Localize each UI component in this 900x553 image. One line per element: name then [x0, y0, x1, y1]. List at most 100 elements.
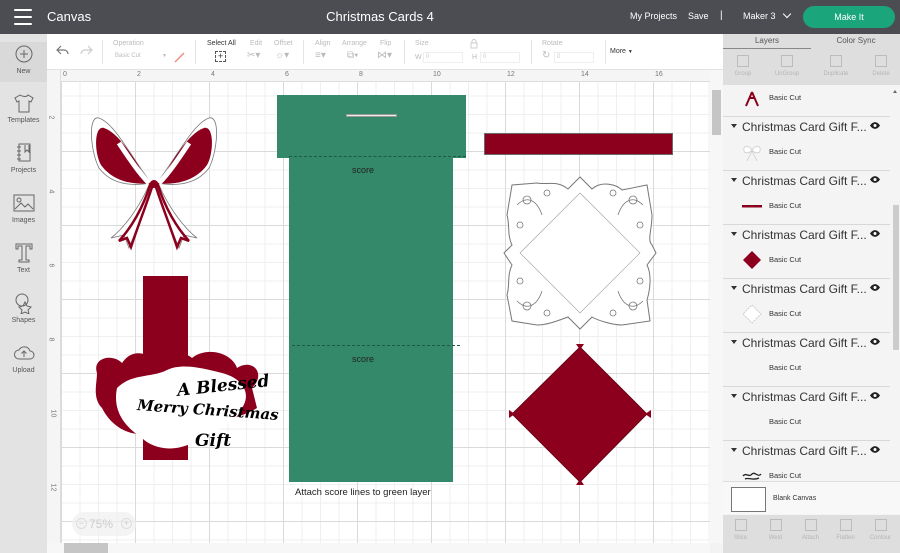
align-icon[interactable]: ≡▾ — [315, 50, 326, 61]
green-card-body[interactable] — [289, 158, 453, 482]
scroll-up-icon[interactable] — [893, 90, 897, 93]
zoom-in-button[interactable]: + — [121, 518, 132, 529]
score-line-middle[interactable] — [292, 345, 460, 346]
green-card-top-flap[interactable] — [277, 95, 466, 158]
attach-button[interactable]: Attach — [793, 517, 828, 541]
canvas-horizontal-scrollbar[interactable] — [47, 543, 710, 553]
layer-group-name[interactable]: Christmas Card Gift F... — [742, 390, 867, 404]
eye-icon[interactable] — [870, 230, 880, 237]
layer-group[interactable]: Christmas Card Gift F... Basic Cut — [723, 171, 890, 225]
canvas-vertical-scrollbar[interactable] — [710, 70, 723, 543]
layer-group[interactable]: Christmas Card Gift F... Basic Cut — [723, 279, 890, 333]
layer-group-name[interactable]: Christmas Card Gift F... — [742, 228, 867, 242]
caret-down-icon[interactable] — [731, 340, 737, 344]
scroll-thumb[interactable] — [712, 90, 721, 135]
sidebar-item-templates[interactable]: Templates — [0, 92, 47, 124]
slice-button[interactable]: Slice — [723, 517, 758, 541]
edit-toolbar: Operation Basic Cut ▼ Select All + Edit ✂… — [47, 34, 723, 70]
pen-color-swatch-icon[interactable] — [173, 51, 185, 63]
layer-sub-label[interactable]: Basic Cut — [769, 471, 801, 480]
edit-scissors-icon[interactable]: ✂▾ — [247, 50, 260, 61]
eye-icon[interactable] — [870, 392, 880, 399]
layers-scrollbar[interactable] — [891, 85, 900, 515]
scroll-thumb[interactable] — [893, 205, 899, 350]
sidebar-label: Shapes — [11, 317, 36, 324]
score-line-top[interactable] — [289, 156, 466, 157]
sidebar-item-upload[interactable]: Upload — [0, 342, 47, 374]
more-menu[interactable]: More ▼ — [610, 48, 633, 55]
sentiment-text-group[interactable]: A Blessed Merry Christmas Gift — [137, 371, 287, 466]
layer-sub-label[interactable]: Basic Cut — [769, 147, 801, 156]
sidebar-item-projects[interactable]: Projects — [0, 142, 47, 174]
white-lace-frame-shape[interactable] — [502, 175, 658, 331]
duplicate-icon — [830, 55, 842, 67]
eye-icon[interactable] — [870, 176, 880, 183]
red-bar-shape[interactable] — [484, 133, 673, 155]
tab-color-sync[interactable]: Color Sync — [812, 36, 900, 45]
layer-sub-label[interactable]: Basic Cut — [769, 201, 801, 210]
undo-icon[interactable] — [56, 44, 70, 56]
layer-group-name[interactable]: Christmas Card Gift F... — [742, 336, 867, 350]
blank-canvas-swatch[interactable] — [731, 487, 766, 512]
layer-group[interactable]: Christmas Card Gift F... Basic Cut — [723, 225, 890, 279]
layer-sub-label[interactable]: Basic Cut — [769, 417, 801, 426]
layer-group-name[interactable]: Christmas Card Gift F... — [742, 282, 867, 296]
contour-button[interactable]: Contour — [863, 517, 898, 541]
layer-group-name[interactable]: Christmas Card Gift F... — [742, 120, 867, 134]
red-bow-shape[interactable] — [89, 113, 219, 251]
eye-icon[interactable] — [870, 284, 880, 291]
flip-icon[interactable]: ⋈▾ — [377, 50, 392, 61]
layer-group-partial[interactable]: Basic Cut — [723, 85, 890, 117]
layer-group[interactable]: Christmas Card Gift F... Basic Cut — [723, 117, 890, 171]
make-it-button[interactable]: Make It — [803, 6, 895, 28]
layer-sub-label[interactable]: Basic Cut — [769, 309, 801, 318]
flatten-button[interactable]: Flatten — [828, 517, 863, 541]
width-input[interactable]: 0 — [423, 52, 463, 63]
lock-icon[interactable] — [470, 39, 478, 49]
sidebar-item-new[interactable]: New — [0, 42, 47, 82]
dropdown-caret-icon: ▼ — [627, 49, 633, 55]
red-diamond-shape[interactable] — [507, 342, 657, 492]
tab-layers[interactable]: Layers — [723, 36, 811, 45]
offset-icon[interactable]: ☼▾ — [275, 50, 289, 61]
select-all-icon[interactable]: + — [215, 51, 226, 62]
rotate-icon: ↻ — [542, 50, 551, 61]
layer-group[interactable]: Christmas Card Gift F... Basic Cut — [723, 387, 890, 441]
delete-button[interactable]: Delete — [861, 53, 900, 77]
layer-group[interactable]: Christmas Card Gift F... Basic Cut — [723, 333, 890, 387]
caret-down-icon[interactable] — [731, 394, 737, 398]
layer-group-name[interactable]: Christmas Card Gift F... — [742, 174, 867, 188]
eye-icon[interactable] — [870, 446, 880, 453]
sidebar-item-text[interactable]: Text — [0, 242, 47, 274]
duplicate-button[interactable]: Duplicate — [816, 53, 856, 77]
sidebar-item-shapes[interactable]: Shapes — [0, 292, 47, 324]
eye-icon[interactable] — [870, 338, 880, 345]
operation-select[interactable]: Basic Cut ▼ — [113, 52, 169, 63]
layer-sub-label[interactable]: Basic Cut — [769, 255, 801, 264]
scroll-thumb[interactable] — [64, 543, 108, 553]
arrange-icon[interactable]: ⧉▾ — [347, 50, 358, 61]
weld-button[interactable]: Weld — [758, 517, 793, 541]
slot-line[interactable] — [346, 114, 397, 117]
caret-down-icon[interactable] — [731, 448, 737, 452]
eye-icon[interactable] — [870, 122, 880, 129]
caret-down-icon[interactable] — [731, 286, 737, 290]
zoom-out-button[interactable]: − — [76, 518, 87, 529]
rotate-input[interactable]: 0 — [554, 52, 594, 63]
ungroup-button[interactable]: UnGroup — [767, 53, 807, 77]
caret-down-icon[interactable] — [731, 232, 737, 236]
height-input[interactable]: 0 — [480, 52, 520, 63]
machine-selector[interactable]: Maker 3 — [743, 9, 791, 21]
caret-down-icon[interactable] — [731, 124, 737, 128]
save-link[interactable]: Save — [688, 11, 709, 21]
my-projects-link[interactable]: My Projects — [630, 11, 677, 21]
ruler-top-tick: 0 — [63, 71, 67, 78]
layer-sub-label[interactable]: Basic Cut — [769, 363, 801, 372]
design-canvas[interactable]: 0 2 4 6 8 10 12 14 16 2 4 6 8 10 12 A Blessed Merry C… — [47, 70, 710, 543]
blank-canvas-row[interactable]: Blank Canvas — [723, 481, 900, 514]
layer-group-name[interactable]: Christmas Card Gift F... — [742, 444, 867, 458]
caret-down-icon[interactable] — [731, 178, 737, 182]
redo-icon[interactable] — [79, 44, 93, 56]
sidebar-item-images[interactable]: Images — [0, 192, 47, 224]
group-button[interactable]: Group — [723, 53, 763, 77]
